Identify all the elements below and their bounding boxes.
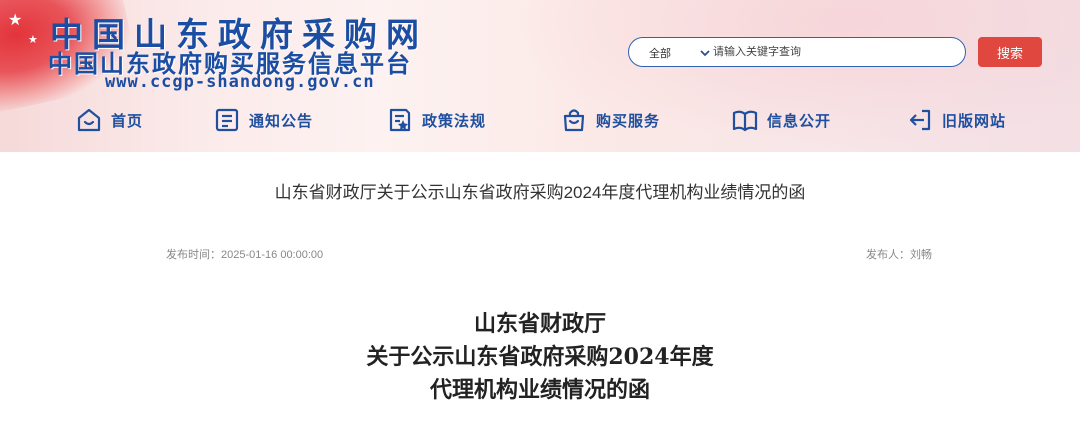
search-scope-select[interactable]: 全部 bbox=[649, 45, 671, 61]
search-button[interactable]: 搜索 bbox=[978, 37, 1042, 67]
nav-item-info-disclosure[interactable]: 信息公开 bbox=[731, 104, 831, 136]
site-header: ★ ★ 中国山东政府采购网 中国山东政府购买服务信息平台 www.ccgp-sh… bbox=[0, 0, 1080, 152]
nav-label: 通知公告 bbox=[249, 112, 314, 130]
document-heading-line: 山东省财政厅 bbox=[473, 311, 606, 337]
nav-item-home[interactable]: 首页 bbox=[75, 104, 143, 136]
nav-label: 首页 bbox=[111, 112, 144, 130]
nav-item-old-site[interactable]: 旧版网站 bbox=[906, 104, 1006, 136]
document-heading-line: 代理机构业绩情况的函 bbox=[429, 377, 650, 403]
star-icon: ★ bbox=[8, 10, 23, 29]
search-bar: 全部 bbox=[628, 37, 966, 67]
exit-icon bbox=[906, 106, 934, 134]
notice-icon bbox=[213, 106, 241, 134]
nav-item-purchase-services[interactable]: 购买服务 bbox=[560, 104, 660, 136]
article-title: 山东省财政厅关于公示山东省政府采购2024年度代理机构业绩情况的函 bbox=[274, 183, 806, 202]
policy-icon bbox=[386, 106, 414, 134]
nav-label: 旧版网站 bbox=[942, 112, 1007, 130]
nav-label: 信息公开 bbox=[767, 112, 832, 130]
search-input[interactable] bbox=[713, 43, 953, 61]
main-nav: 首页 通知公告 政策法规 购买服务 信息公开 旧版网站 bbox=[0, 100, 1080, 140]
home-icon bbox=[75, 106, 103, 134]
star-icon: ★ bbox=[28, 33, 38, 46]
nav-label: 政策法规 bbox=[422, 112, 487, 130]
nav-item-policy[interactable]: 政策法规 bbox=[386, 104, 486, 136]
nav-label: 购买服务 bbox=[596, 112, 661, 130]
publish-time: 发布时间：2025-01-16 00:00:00 bbox=[166, 249, 324, 261]
shopping-bag-icon bbox=[560, 106, 588, 134]
publisher: 发布人：刘畅 bbox=[866, 249, 932, 261]
nav-item-notices[interactable]: 通知公告 bbox=[213, 104, 313, 136]
chevron-down-icon[interactable] bbox=[699, 45, 711, 59]
site-logo-url[interactable]: www.ccgp-shandong.gov.cn bbox=[105, 72, 375, 92]
document-heading: 山东省财政厅 关于公示山东省政府采购2024年度 代理机构业绩情况的函 bbox=[0, 308, 1080, 407]
book-icon bbox=[731, 106, 759, 134]
document-heading-line: 关于公示山东省政府采购2024年度 bbox=[366, 344, 714, 370]
